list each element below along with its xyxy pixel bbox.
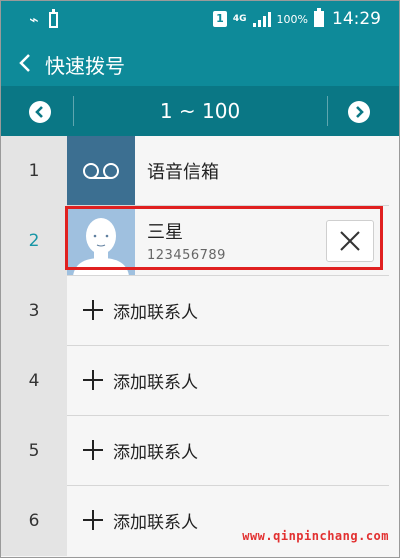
signal-icon: [252, 11, 271, 27]
contact-name: 三星: [147, 222, 183, 243]
row-content: 添加联系人: [67, 486, 399, 556]
chevron-right-icon: [356, 106, 364, 118]
status-time: 14:29: [332, 9, 381, 29]
speed-dial-number: 6: [1, 486, 67, 556]
usb-icon: ⌁: [29, 10, 39, 29]
row-content: 添加联系人: [67, 276, 399, 346]
battery-icon: [314, 8, 324, 27]
speed-dial-number: 4: [1, 346, 67, 416]
speed-dial-row[interactable]: 3 添加联系人: [1, 276, 399, 346]
network-type: 4G: [232, 13, 247, 24]
speed-dial-row[interactable]: 6 添加联系人: [1, 486, 399, 556]
range-divider-right: [327, 96, 328, 126]
status-right: 1 4G 100% 14:29: [212, 8, 381, 29]
speed-dial-number: 2: [1, 206, 67, 276]
range-label: 1 ~ 100: [159, 99, 241, 123]
add-icon: [83, 440, 103, 460]
remove-contact-button[interactable]: [326, 220, 374, 262]
row-content: 添加联系人: [67, 346, 399, 416]
add-contact-label: 添加联系人: [113, 373, 198, 393]
row-content: 添加联系人: [67, 416, 399, 486]
row-content: 三星 123456789: [67, 206, 399, 276]
page-title: 快速拨号: [45, 54, 125, 78]
battery-percent: 100%: [276, 12, 308, 26]
add-contact-label: 添加联系人: [113, 513, 198, 533]
next-range-button[interactable]: [348, 101, 370, 123]
speed-dial-row[interactable]: 2 三星 123456789: [1, 206, 399, 276]
add-contact-label: 添加联系人: [113, 443, 198, 463]
speed-dial-row[interactable]: 5 添加联系人: [1, 416, 399, 486]
add-icon: [83, 510, 103, 530]
status-left: ⌁: [29, 9, 58, 30]
add-contact-label: 添加联系人: [113, 303, 198, 323]
speed-dial-row[interactable]: 1 语音信箱: [1, 136, 399, 206]
chevron-left-icon: [19, 54, 30, 72]
voicemail-icon: [67, 136, 135, 206]
close-icon: [340, 231, 360, 251]
speed-dial-number: 3: [1, 276, 67, 346]
voicemail-label: 语音信箱: [147, 162, 219, 183]
speed-dial-number: 5: [1, 416, 67, 486]
speed-dial-number: 1: [1, 136, 67, 206]
phone-screen: ⌁ 1 4G 100% 14:29 快速拨号 1 ~ 100 1 语音信箱 2 …: [0, 0, 400, 558]
back-button[interactable]: [15, 49, 37, 77]
contact-avatar-icon: [67, 206, 135, 276]
title-bar: 快速拨号: [1, 41, 399, 86]
add-icon: [83, 300, 103, 320]
status-bar: ⌁ 1 4G 100% 14:29: [1, 1, 399, 41]
range-bar: 1 ~ 100: [1, 86, 399, 136]
add-icon: [83, 370, 103, 390]
contact-phone-number: 123456789: [147, 248, 226, 263]
sim-icon: 1: [212, 11, 227, 27]
speed-dial-row[interactable]: 4 添加联系人: [1, 346, 399, 416]
row-content: 语音信箱: [67, 136, 399, 206]
battery-saver-icon: [48, 9, 58, 28]
watermark: www.qinpinchang.com: [242, 529, 389, 543]
